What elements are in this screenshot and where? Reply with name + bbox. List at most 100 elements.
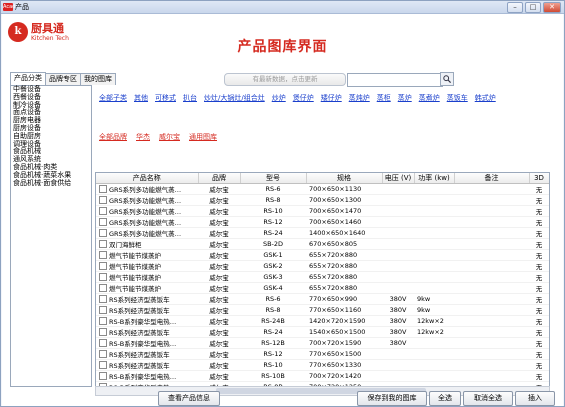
search-button[interactable]: [440, 72, 454, 86]
tab-brand-zone[interactable]: 品牌专区: [45, 73, 81, 85]
subcategory-link[interactable]: 蒸饭车: [447, 93, 468, 103]
column-header-name[interactable]: 产品名称: [96, 173, 199, 184]
subcategory-link[interactable]: 蒸柜: [377, 93, 391, 103]
column-header-model[interactable]: 型号: [240, 173, 307, 184]
row-checkbox[interactable]: [99, 295, 107, 303]
brand-link[interactable]: 华杰: [136, 132, 150, 142]
product-name-text: 双门海鲜柜: [109, 241, 142, 249]
subcategory-link[interactable]: 扒台: [183, 93, 197, 103]
deselect-all-button[interactable]: 取消全选: [463, 391, 513, 406]
row-checkbox[interactable]: [99, 339, 107, 347]
cell-3d: 无: [529, 370, 549, 382]
cell-name: RS系列经济型蒸饭车: [96, 293, 198, 305]
row-checkbox[interactable]: [99, 185, 107, 193]
subcategory-link[interactable]: 炒炉: [272, 93, 286, 103]
subcategory-links: 全部子类 其他 可移式 扒台 炒灶/大锅灶/组合灶 炒炉 煲仔炉 矮仔炉 蒸炖炉…: [99, 93, 496, 103]
cell-brand: 威尔宝: [198, 249, 240, 261]
row-checkbox[interactable]: [99, 306, 107, 314]
view-product-info-button[interactable]: 查看产品信息: [158, 391, 220, 406]
cell-power: [414, 238, 454, 250]
row-checkbox[interactable]: [99, 207, 107, 215]
cell-spec: 1420×720×1590: [306, 315, 382, 327]
subcategory-link[interactable]: 可移式: [155, 93, 176, 103]
tab-bar: 产品分类 品牌专区 我的图库: [10, 72, 116, 85]
column-header-3d[interactable]: 3D: [529, 173, 549, 184]
row-checkbox[interactable]: [99, 350, 107, 358]
row-checkbox[interactable]: [99, 317, 107, 325]
table-row[interactable]: 燃气节能节煤蒸炉 威尔宝 GSK-2 655×720×880 无: [96, 260, 549, 272]
cell-model: RS-12: [240, 216, 306, 228]
subcategory-link[interactable]: 韩式炉: [475, 93, 496, 103]
brand-link[interactable]: 通用图库: [189, 132, 217, 142]
product-name-text: RS-B系列豪华型电热…: [109, 318, 177, 326]
row-checkbox[interactable]: [99, 229, 107, 237]
column-header-remark[interactable]: 备注: [454, 173, 530, 184]
maximize-button[interactable]: □: [525, 2, 541, 13]
cell-remark: [454, 337, 529, 349]
product-name-text: GRS系列多功能燃气蒸…: [109, 230, 182, 238]
table-row[interactable]: RS系列经济型蒸饭车 威尔宝 RS-12 770×650×1500 无: [96, 348, 549, 360]
table-row[interactable]: RS系列经济型蒸饭车 威尔宝 RS-10 770×650×1330 无: [96, 359, 549, 371]
cell-model: RS-24B: [240, 315, 306, 327]
update-data-button[interactable]: 有最新数据，点击更新: [224, 73, 346, 86]
product-name-text: 燃气节能节煤蒸炉: [109, 285, 161, 293]
row-checkbox[interactable]: [99, 251, 107, 259]
row-checkbox[interactable]: [99, 361, 107, 369]
table-row[interactable]: GRS系列多功能燃气蒸… 威尔宝 RS-8 700×650×1300 无: [96, 194, 549, 206]
subcategory-link[interactable]: 矮仔炉: [321, 93, 342, 103]
brand-link[interactable]: 威尔宝: [159, 132, 180, 142]
table-row[interactable]: 燃气节能节煤蒸炉 威尔宝 GSK-1 655×720×880 无: [96, 249, 549, 261]
row-checkbox[interactable]: [99, 273, 107, 281]
minimize-button[interactable]: –: [507, 2, 523, 13]
subcategory-link[interactable]: 其他: [134, 93, 148, 103]
column-header-voltage[interactable]: 电压 (V): [382, 173, 415, 184]
cell-power: [414, 205, 454, 217]
column-header-power[interactable]: 功率 (kw): [414, 173, 455, 184]
save-to-gallery-button[interactable]: 保存到我的图库: [357, 391, 427, 406]
subcategory-link[interactable]: 全部子类: [99, 93, 127, 103]
cell-power: [414, 249, 454, 261]
row-checkbox[interactable]: [99, 196, 107, 204]
subcategory-link[interactable]: 煲仔炉: [293, 93, 314, 103]
row-checkbox[interactable]: [99, 262, 107, 270]
table-row[interactable]: RS系列经济型蒸饭车 威尔宝 RS-8 770×650×1160 380V 9kw 无: [96, 304, 549, 316]
tab-my-gallery[interactable]: 我的图库: [80, 73, 116, 85]
cell-voltage: 380V: [382, 315, 414, 327]
column-header-brand[interactable]: 品牌: [198, 173, 241, 184]
select-all-button[interactable]: 全选: [429, 391, 461, 406]
table-row[interactable]: RS-B系列豪华型电热… 威尔宝 RS-24B 1420×720×1590 380V 12…: [96, 315, 549, 327]
column-header-spec[interactable]: 规格: [306, 173, 383, 184]
table-row[interactable]: RS系列经济型蒸饭车 威尔宝 RS-24 1540×650×1500 380V 12kw×…: [96, 326, 549, 338]
subcategory-link[interactable]: 蒸煮炉: [419, 93, 440, 103]
table-row[interactable]: 双门海鲜柜 威尔宝 SB-2D 670×650×805 无: [96, 238, 549, 250]
tab-product-category[interactable]: 产品分类: [10, 72, 46, 85]
table-row[interactable]: GRS系列多功能燃气蒸… 威尔宝 RS-10 700×650×1470 无: [96, 205, 549, 217]
tree-item[interactable]: 食品机械·面食供给: [11, 179, 91, 188]
row-checkbox[interactable]: [99, 218, 107, 226]
subcategory-link[interactable]: 炒灶/大锅灶/组合灶: [204, 93, 265, 103]
table-row[interactable]: GRS系列多功能燃气蒸… 威尔宝 RS-6 700×650×1130 无: [96, 183, 549, 195]
tree-item-selected[interactable]: 中餐设备: [13, 85, 41, 93]
subcategory-link[interactable]: 蒸炖炉: [349, 93, 370, 103]
row-checkbox[interactable]: [99, 284, 107, 292]
row-checkbox[interactable]: [99, 328, 107, 336]
row-checkbox[interactable]: [99, 372, 107, 380]
brand-link[interactable]: 全部品牌: [99, 132, 127, 142]
table-row[interactable]: GRS系列多功能燃气蒸… 威尔宝 RS-12 700×650×1460 无: [96, 216, 549, 228]
table-row[interactable]: RS-B系列豪华型电热… 威尔宝 RS-10B 700×720×1420 无: [96, 370, 549, 382]
product-name-text: RS系列经济型蒸饭车: [109, 307, 170, 315]
table-row[interactable]: RS-B系列豪华型电热… 威尔宝 RS-12B 700×720×1590 380V 无: [96, 337, 549, 349]
table-row[interactable]: 燃气节能节煤蒸炉 威尔宝 GSK-3 655×720×880 无: [96, 271, 549, 283]
table-row[interactable]: GRS系列多功能燃气蒸… 威尔宝 RS-24 1400×650×1640 无: [96, 227, 549, 239]
insert-button[interactable]: 插入: [515, 391, 555, 406]
row-checkbox[interactable]: [99, 240, 107, 248]
subcategory-link[interactable]: 蒸炉: [398, 93, 412, 103]
table-row[interactable]: 燃气节能节煤蒸炉 威尔宝 GSK-4 655×720×880 无: [96, 282, 549, 294]
cell-brand: 威尔宝: [198, 359, 240, 371]
search-input[interactable]: [347, 73, 443, 87]
cell-power: [414, 282, 454, 294]
cell-spec: 655×720×880: [306, 271, 382, 283]
cell-model: SB-2D: [240, 238, 306, 250]
close-button[interactable]: ✕: [543, 2, 561, 13]
table-row[interactable]: RS系列经济型蒸饭车 威尔宝 RS-6 770×650×990 380V 9kw 无: [96, 293, 549, 305]
